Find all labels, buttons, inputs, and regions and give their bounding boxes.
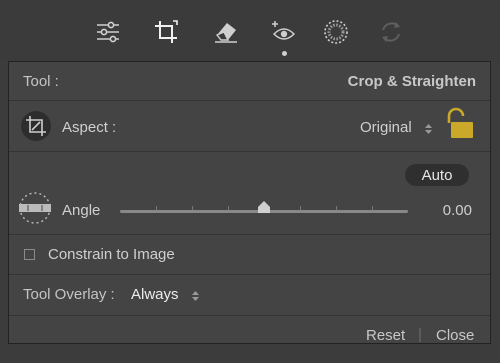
tool-strip <box>0 0 500 60</box>
tool-label: Tool : <box>23 73 59 90</box>
close-button[interactable]: Close <box>436 327 474 344</box>
sliders-icon[interactable] <box>92 16 124 48</box>
refresh-icon <box>375 16 407 48</box>
overlay-dropdown[interactable]: Always <box>131 286 179 303</box>
active-tool-indicator <box>282 51 287 56</box>
level-icon[interactable] <box>16 190 54 231</box>
radial-filter-icon[interactable] <box>320 16 352 48</box>
slider-tick <box>372 206 373 210</box>
angle-slider-thumb[interactable] <box>257 200 271 214</box>
constrain-label[interactable]: Constrain to Image <box>48 246 175 263</box>
chevron-updown-icon[interactable] <box>425 122 432 140</box>
footer-separator: | <box>418 326 422 343</box>
aspect-label: Aspect : <box>62 119 117 136</box>
tool-value: Crop & Straighten <box>347 73 476 90</box>
divider <box>9 234 490 235</box>
eraser-icon[interactable] <box>210 16 242 48</box>
angle-label: Angle <box>62 202 101 219</box>
aspect-icon[interactable] <box>20 110 52 147</box>
constrain-checkbox[interactable] <box>24 249 35 260</box>
slider-tick <box>156 206 157 210</box>
aspect-dropdown[interactable]: Original <box>360 119 412 136</box>
angle-value[interactable]: 0.00 <box>443 202 472 219</box>
reset-button[interactable]: Reset <box>366 327 405 344</box>
divider <box>9 315 490 316</box>
slider-tick <box>228 206 229 210</box>
slider-tick <box>192 206 193 210</box>
crop-icon[interactable] <box>150 16 182 48</box>
slider-tick <box>300 206 301 210</box>
crop-panel: Tool : Crop & Straighten Aspect : Origin… <box>8 61 491 344</box>
slider-tick <box>336 206 337 210</box>
divider <box>9 151 490 152</box>
auto-button[interactable]: Auto <box>405 164 469 186</box>
overlay-label: Tool Overlay : <box>23 286 115 303</box>
lock-icon[interactable] <box>443 106 477 145</box>
red-eye-icon[interactable] <box>268 16 300 48</box>
divider <box>9 100 490 101</box>
divider <box>9 274 490 275</box>
chevron-updown-icon[interactable] <box>192 289 199 307</box>
